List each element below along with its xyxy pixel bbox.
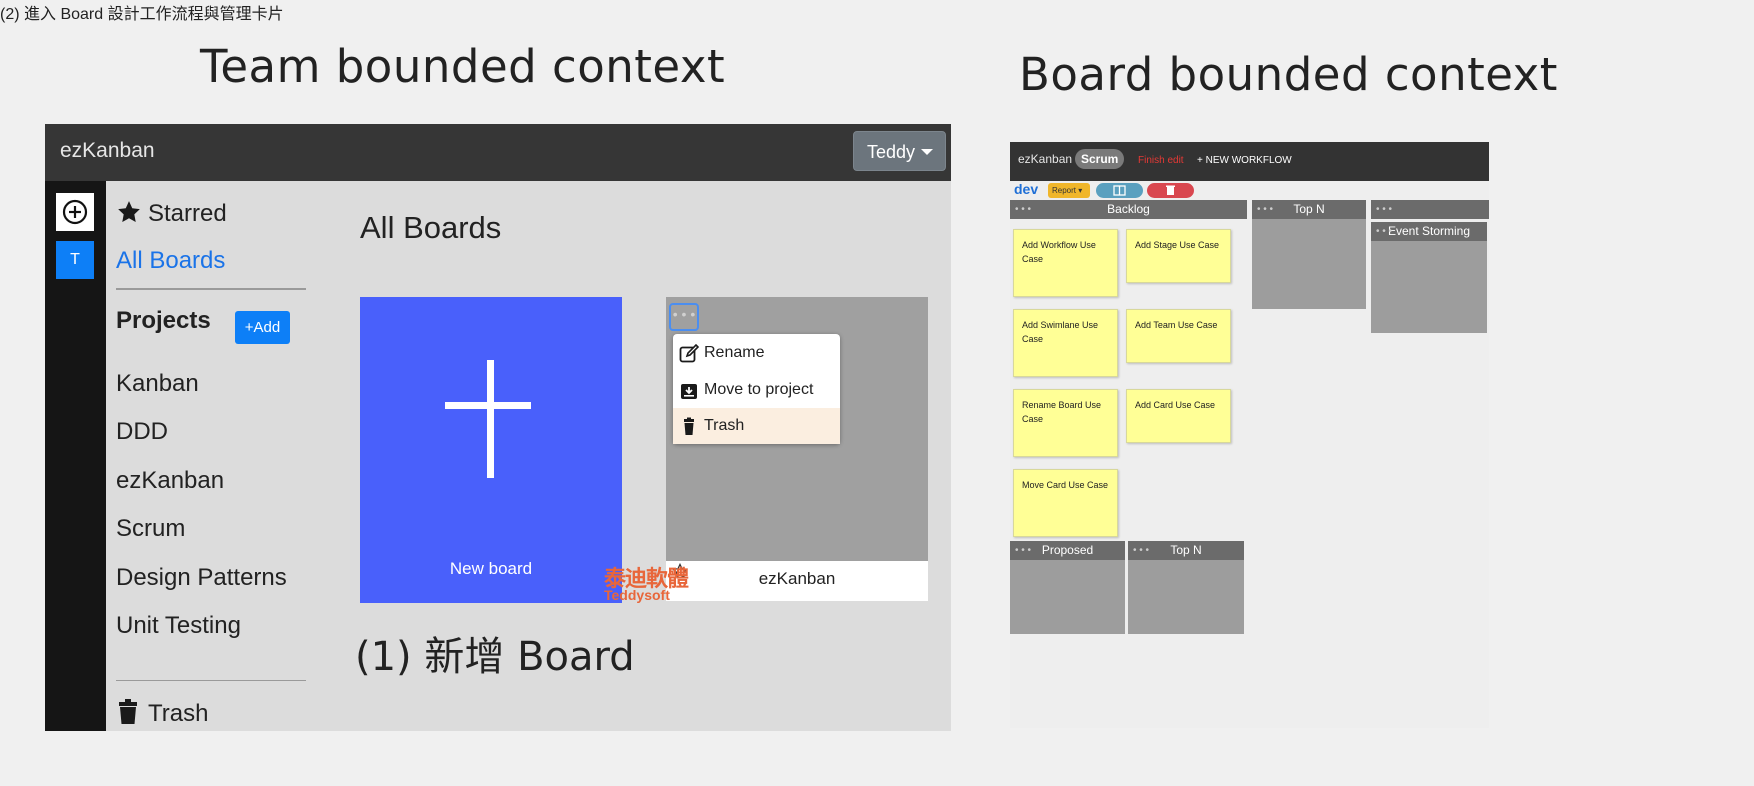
caption-design-workflow: (2) 進入 Board 設計工作流程與管理卡片 <box>0 6 284 23</box>
project-item-design-patterns[interactable]: Design Patterns <box>116 564 287 592</box>
lane-header-backlog[interactable]: • • • Backlog <box>1010 200 1247 219</box>
sidebar-item-starred[interactable]: Starred <box>116 199 227 228</box>
page-title: All Boards <box>360 210 502 245</box>
new-workflow-button[interactable]: + NEW WORKFLOW <box>1197 155 1292 166</box>
menu-item-label: Rename <box>704 344 765 361</box>
star-icon <box>118 201 140 222</box>
lane-header-group[interactable]: • • • <box>1371 200 1489 219</box>
lane-title: Proposed <box>1041 543 1094 557</box>
lane-body-event-storming <box>1371 241 1487 333</box>
lane-header-top-n[interactable]: • • • Top N <box>1252 200 1366 219</box>
board-name: ezKanban <box>758 569 836 588</box>
menu-item-rename[interactable]: Rename <box>673 335 840 371</box>
lane-header-top-n-2[interactable]: • • • Top N <box>1128 541 1244 560</box>
caption-create-board: (1) 新增 Board <box>355 634 635 680</box>
brand-logo[interactable]: ezKanban <box>1018 152 1072 166</box>
team-screenshot: ezKanban Teddy T Starred All Boards Proj… <box>45 124 951 731</box>
columns-button[interactable] <box>1096 183 1143 198</box>
sidebar-item-all-boards[interactable]: All Boards <box>116 247 225 275</box>
board-context-menu: Rename Move to project Trash <box>673 334 840 444</box>
trash-icon <box>1166 185 1175 195</box>
lane-header-proposed[interactable]: • • • Proposed <box>1010 541 1125 560</box>
lane-body-proposed <box>1010 560 1125 634</box>
user-menu-button[interactable]: Teddy <box>853 131 946 171</box>
teddysoft-watermark: 泰迪軟體 Teddysoft <box>594 557 694 605</box>
top-navbar: ezKanban Teddy <box>45 124 951 181</box>
sidebar-item-label: Starred <box>148 200 227 227</box>
menu-item-trash[interactable]: Trash <box>673 408 840 444</box>
team-rail: T <box>45 181 106 731</box>
lane-header-event-storming[interactable]: • • • Event Storming <box>1371 222 1487 241</box>
caret-down-icon <box>921 149 933 155</box>
finish-edit-link[interactable]: Finish edit <box>1138 155 1184 166</box>
menu-item-move-to-project[interactable]: Move to project <box>673 372 840 408</box>
lane-options-icon[interactable]: • • • <box>1376 222 1392 241</box>
brand-logo[interactable]: ezKanban <box>60 139 155 163</box>
edit-icon <box>679 344 699 363</box>
board-options-button[interactable]: • • • <box>669 303 699 331</box>
project-item-unit-testing[interactable]: Unit Testing <box>116 612 241 640</box>
lane-body-top-n-2 <box>1128 560 1244 634</box>
sidebar: Starred All Boards Projects +Add Kanban … <box>106 181 326 731</box>
sidebar-item-label: Trash <box>148 700 209 727</box>
lane-title: Backlog <box>1107 202 1150 216</box>
sidebar-divider <box>116 288 306 290</box>
delete-workflow-button[interactable] <box>1147 183 1194 198</box>
trash-icon <box>684 417 694 435</box>
plus-circle-icon <box>62 199 88 225</box>
move-to-icon <box>681 384 697 399</box>
lane-options-icon[interactable]: • • • <box>1133 541 1149 560</box>
lane-options-icon[interactable]: • • • <box>1376 200 1392 219</box>
board-name-pill[interactable]: Scrum <box>1075 149 1125 169</box>
report-button[interactable]: Report ▾ <box>1048 183 1090 198</box>
board-context-heading: Board bounded context <box>1019 48 1558 101</box>
lane-title: Top N <box>1293 202 1325 216</box>
project-item-kanban[interactable]: Kanban <box>116 370 199 398</box>
sidebar-divider <box>116 680 306 681</box>
projects-heading: Projects <box>116 307 211 334</box>
card[interactable]: Add Stage Use Case <box>1126 229 1231 283</box>
lane-options-icon[interactable]: • • • <box>1257 200 1273 219</box>
card[interactable]: Add Workflow Use Case <box>1013 229 1118 297</box>
watermark-en: Teddysoft <box>604 587 670 603</box>
card[interactable]: Add Team Use Case <box>1126 309 1231 363</box>
add-team-button[interactable] <box>56 193 94 231</box>
board-screenshot: ezKanban Scrum Finish edit + NEW WORKFLO… <box>1010 142 1489 728</box>
card[interactable]: Add Swimlane Use Case <box>1013 309 1118 377</box>
user-name: Teddy <box>867 142 916 162</box>
trash-icon <box>119 699 137 724</box>
card[interactable]: Add Card Use Case <box>1126 389 1231 443</box>
lane-title: Event Storming <box>1387 224 1471 238</box>
new-board-label: New board <box>449 559 533 578</box>
team-context-heading: Team bounded context <box>200 40 726 93</box>
project-item-ddd[interactable]: DDD <box>116 418 168 446</box>
lane-options-icon[interactable]: • • • <box>1015 200 1031 219</box>
project-item-scrum[interactable]: Scrum <box>116 515 185 543</box>
new-board-tile[interactable]: New board <box>360 297 622 603</box>
plus-icon <box>445 360 531 478</box>
columns-icon <box>1113 185 1126 196</box>
team-avatar[interactable]: T <box>56 241 94 279</box>
board-navbar: ezKanban Scrum Finish edit + NEW WORKFLO… <box>1010 142 1489 181</box>
menu-item-label: Trash <box>704 417 745 434</box>
lane-title: Top N <box>1170 543 1202 557</box>
card[interactable]: Move Card Use Case <box>1013 469 1118 537</box>
menu-item-label: Move to project <box>704 381 814 398</box>
add-project-button[interactable]: +Add <box>235 311 290 344</box>
board-card-footer: ezKanban <box>666 561 928 601</box>
card[interactable]: Rename Board Use Case <box>1013 389 1118 457</box>
lane-body-top-n <box>1252 219 1366 309</box>
sidebar-item-trash[interactable]: Trash <box>116 699 208 728</box>
project-item-ezkanban[interactable]: ezKanban <box>116 467 224 495</box>
workflow-name[interactable]: dev <box>1014 181 1038 197</box>
lane-options-icon[interactable]: • • • <box>1015 541 1031 560</box>
